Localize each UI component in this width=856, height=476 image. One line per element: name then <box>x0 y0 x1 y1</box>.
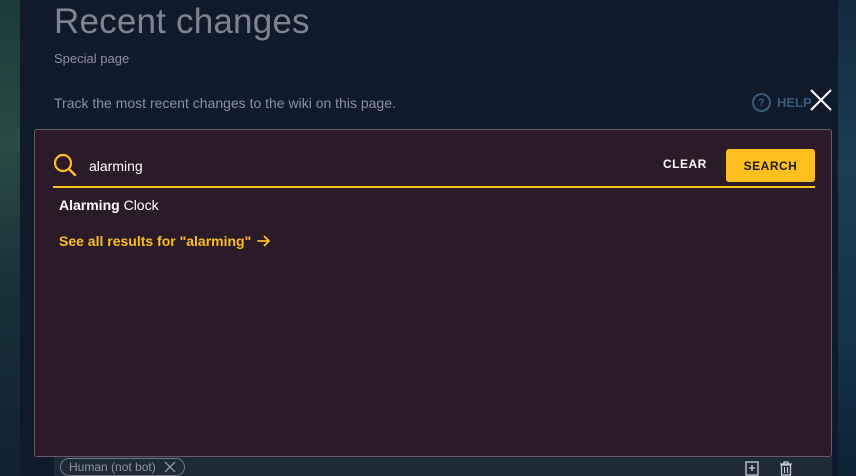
background-art-right <box>838 0 856 476</box>
page-description: Track the most recent changes to the wik… <box>54 95 396 111</box>
search-bar: CLEAR SEARCH <box>53 148 815 188</box>
filter-bar: Human (not bot) <box>54 457 832 476</box>
page-subtitle: Special page <box>54 51 130 66</box>
see-all-label: See all results for "alarming" <box>59 233 252 249</box>
close-icon[interactable] <box>164 461 176 473</box>
filter-chip-label: Human (not bot) <box>69 460 156 474</box>
help-label: HELP <box>777 95 812 110</box>
filter-chip[interactable]: Human (not bot) <box>60 458 185 476</box>
trash-icon[interactable] <box>778 460 794 476</box>
page-title: Recent changes <box>54 2 310 41</box>
search-icon <box>53 153 77 177</box>
see-all-results-link[interactable]: See all results for "alarming" <box>59 233 271 249</box>
background-art-left <box>0 0 20 476</box>
search-suggestion[interactable]: Alarming Clock <box>59 197 159 213</box>
help-link[interactable]: ? HELP <box>752 93 812 112</box>
suggestion-match: Alarming <box>59 197 120 213</box>
suggestion-rest: Clock <box>119 197 159 213</box>
clear-button[interactable]: CLEAR <box>663 157 707 171</box>
arrow-right-icon <box>257 235 271 247</box>
bookmark-add-icon[interactable] <box>744 460 760 476</box>
close-search-button[interactable] <box>809 88 833 112</box>
search-button[interactable]: SEARCH <box>726 149 815 182</box>
search-input[interactable] <box>89 156 629 176</box>
search-modal: CLEAR SEARCH Alarming Clock See all resu… <box>34 129 832 457</box>
question-circle-icon: ? <box>752 93 771 112</box>
